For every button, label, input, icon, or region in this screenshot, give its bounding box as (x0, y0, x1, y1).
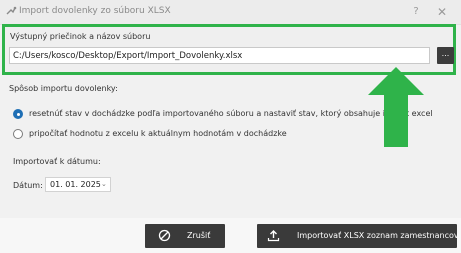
chevron-down-icon[interactable]: ⌄ (101, 180, 107, 188)
browse-button[interactable]: ... (437, 47, 454, 64)
radio-button-selected[interactable] (13, 109, 23, 119)
date-label: Dátum: (13, 181, 43, 190)
upload-icon (267, 230, 280, 242)
date-picker[interactable]: 01. 01. 2025 ⌄ (45, 177, 111, 192)
cancel-icon (158, 229, 171, 242)
output-path-label: Výstupný priečinok a názov súboru (10, 32, 151, 41)
help-button[interactable]: ? (408, 4, 424, 20)
arrow-up-annotation (368, 67, 424, 147)
cancel-button[interactable]: Zrušiť (145, 224, 225, 248)
date-value: 01. 01. 2025 (50, 180, 101, 189)
cancel-button-label: Zrušiť (187, 231, 211, 240)
close-button[interactable]: ✕ (434, 4, 450, 20)
radio-add-label: pripočítať hodnotu z excelu k aktuálnym … (29, 129, 287, 138)
import-dialog: Import dovolenky zo súboru XLSX ? ✕ Výst… (0, 0, 461, 253)
import-mode-label: Spôsob importu dovolenky: (9, 84, 118, 93)
app-icon (6, 6, 17, 15)
import-button-label: Importovať XLSX zoznam zamestnancov (297, 231, 459, 240)
radio-button-unselected[interactable] (13, 129, 23, 139)
window-title: Import dovolenky zo súboru XLSX (19, 6, 171, 16)
import-button[interactable]: Importovať XLSX zoznam zamestnancov (257, 224, 459, 248)
output-path-input[interactable] (9, 47, 430, 64)
title-bar: Import dovolenky zo súboru XLSX ? ✕ (0, 0, 461, 25)
import-date-label: Importovať k dátumu: (13, 157, 101, 166)
